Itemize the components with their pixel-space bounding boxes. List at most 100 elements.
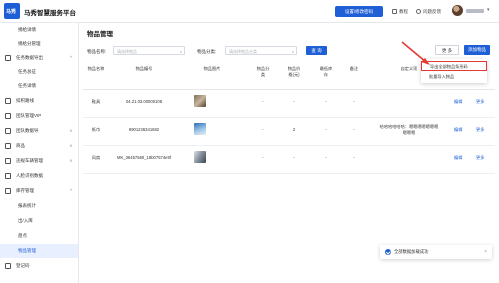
item-name-placeholder: 请选择物品 <box>117 49 137 54</box>
chevron-up-icon: ^ <box>69 188 72 193</box>
sidebar-item-report[interactable]: 报表统计 <box>0 199 78 213</box>
feedback-link[interactable]: 问题反馈 <box>416 6 441 17</box>
qrcode-icon <box>5 263 11 269</box>
row-note: - <box>353 155 355 160</box>
row-min-stock: - <box>325 127 327 132</box>
chevron-down-icon: v <box>292 49 294 54</box>
item-image[interactable] <box>194 151 206 163</box>
row-category: - <box>262 127 264 132</box>
row-code: 6901236341682 <box>128 127 160 132</box>
row-price: 2 <box>292 127 296 132</box>
chevron-down-icon[interactable]: ▾ <box>487 7 490 13</box>
sidebar-item-pickup-detail[interactable]: 捐给详情 <box>0 23 78 37</box>
feedback-label: 问题反馈 <box>423 9 441 14</box>
sidebar-item-goods[interactable]: 商品 v <box>0 139 78 153</box>
export-icon <box>5 55 11 61</box>
sidebar: 捐给详情 捐给分管理 任务数据导出 ^ 任务总征 任务详情 扣积路线 团队管理VI… <box>0 23 79 283</box>
sidebar-item-item-manage[interactable]: 物品管理 <box>0 244 78 258</box>
edit-link[interactable]: 编辑 <box>454 99 462 105</box>
team-icon <box>5 113 11 119</box>
item-image[interactable] <box>194 123 206 135</box>
header-divider <box>83 89 495 90</box>
sidebar-item-face[interactable]: 人脸识别数据 <box>0 169 78 183</box>
more-link[interactable]: 更多 <box>476 127 484 133</box>
row-category: - <box>262 99 264 104</box>
item-category-placeholder: 请选择物品分类 <box>229 49 257 54</box>
col-code: 物品编号 <box>135 66 153 71</box>
sidebar-item-task-detail[interactable]: 任务详情 <box>0 79 78 93</box>
main-panel: 物品管理 物品名称: 请选择物品 v 物品分类: 请选择物品分类 v 查 询 更 多… <box>79 23 499 283</box>
sidebar-item-task-summary[interactable]: 任务总征 <box>0 65 78 79</box>
avatar[interactable] <box>452 5 463 16</box>
more-link[interactable]: 更多 <box>476 155 484 161</box>
row-note: - <box>353 127 355 132</box>
sidebar-item-stock-io[interactable]: 出/入库 <box>0 214 78 228</box>
col-image: 物品图片 <box>203 66 221 71</box>
toast-message: 全部数据加载成功 <box>394 249 429 254</box>
logo-text: 马秀 <box>6 9 17 15</box>
sidebar-item-register-code[interactable]: 登记码 <box>0 259 78 273</box>
close-icon[interactable]: × <box>484 245 487 259</box>
more-link[interactable]: 更多 <box>476 99 484 105</box>
sidebar-item-stocktake[interactable]: 盘点 <box>0 229 78 243</box>
car-icon <box>5 158 11 164</box>
route-icon <box>5 98 11 104</box>
item-category-select[interactable]: 请选择物品分类 v <box>225 46 297 55</box>
help-icon <box>416 9 421 15</box>
edit-link[interactable]: 编辑 <box>454 127 462 133</box>
batch-import-item[interactable]: 批量导入物品 <box>421 72 487 82</box>
logo[interactable]: 马秀 <box>4 3 20 19</box>
col-category: 物品分类 <box>256 66 270 77</box>
item-name-select[interactable]: 请选择物品 v <box>113 46 185 55</box>
row-code: MK_36457560_18b07574e9f <box>116 155 172 160</box>
col-price: 物品价格(元) <box>287 66 301 77</box>
tutorial-link[interactable]: 教程 <box>392 6 408 17</box>
row-min-stock: - <box>325 155 327 160</box>
face-icon <box>5 173 11 179</box>
sidebar-item-task-export[interactable]: 任务数据导出 ^ <box>0 51 78 65</box>
row-divider <box>83 145 495 146</box>
check-circle-icon <box>385 249 391 255</box>
chevron-down-icon: v <box>69 143 72 148</box>
sidebar-item-inventory[interactable]: 库存管理 ^ <box>0 184 78 198</box>
sidebar-item-pickup-manage[interactable]: 捐给分管理 <box>0 37 78 51</box>
settings-password-button[interactable]: 设置/修改密码 <box>335 6 383 17</box>
item-image[interactable] <box>194 95 206 107</box>
sidebar-item-vehicle[interactable]: 违规车辆管理 v <box>0 154 78 168</box>
row-min-stock: - <box>325 99 327 104</box>
edit-link[interactable]: 编辑 <box>454 155 462 161</box>
top-bar: 马秀 马秀智慧服务平台 设置/修改密码 教程 问题反馈 ▾ <box>0 0 499 23</box>
col-note: 备注 <box>349 66 359 71</box>
row-divider <box>83 173 495 174</box>
goods-icon <box>5 143 11 149</box>
item-category-label: 物品分类: <box>197 49 217 54</box>
row-price: - <box>293 155 295 160</box>
col-name: 物品名称 <box>87 66 105 71</box>
book-icon <box>392 9 397 15</box>
item-name-label: 物品名称: <box>87 49 107 54</box>
sidebar-item-team-data[interactable]: 团队数据导 v <box>0 124 78 138</box>
chevron-down-icon: v <box>69 128 72 133</box>
row-note: - <box>353 99 355 104</box>
chevron-down-icon: v <box>180 49 182 54</box>
row-name: 风扇 <box>91 155 101 160</box>
more-button[interactable]: 更 多 <box>435 45 459 55</box>
chevron-up-icon: ^ <box>69 55 72 60</box>
row-code: 04.21.03.00000108 <box>125 99 163 104</box>
chevron-down-icon: v <box>69 158 72 163</box>
query-button[interactable]: 查 询 <box>306 46 327 55</box>
page-title: 物品管理 <box>87 31 113 38</box>
tutorial-label: 教程 <box>399 9 408 14</box>
add-item-button[interactable]: 添加物品 <box>464 45 490 55</box>
row-custom: 哈哈哈哈哈哈：嗯嗯嗯嗯嗯嗯嗯嗯嗯嗯 <box>379 124 439 135</box>
more-dropdown-menu: 导出全部物品条形码 批量导入物品 <box>421 59 487 83</box>
row-name: 鞋具 <box>91 99 101 104</box>
export-barcodes-item[interactable]: 导出全部物品条形码 <box>421 61 487 71</box>
col-min-stock: 最低库存 <box>319 66 333 77</box>
app-title: 马秀智慧服务平台 <box>24 10 76 17</box>
row-category: - <box>262 155 264 160</box>
sidebar-item-team-vip[interactable]: 团队管理VIP <box>0 109 78 123</box>
inventory-icon <box>5 188 11 194</box>
user-name[interactable] <box>466 9 484 13</box>
sidebar-item-route[interactable]: 扣积路线 <box>0 94 78 108</box>
